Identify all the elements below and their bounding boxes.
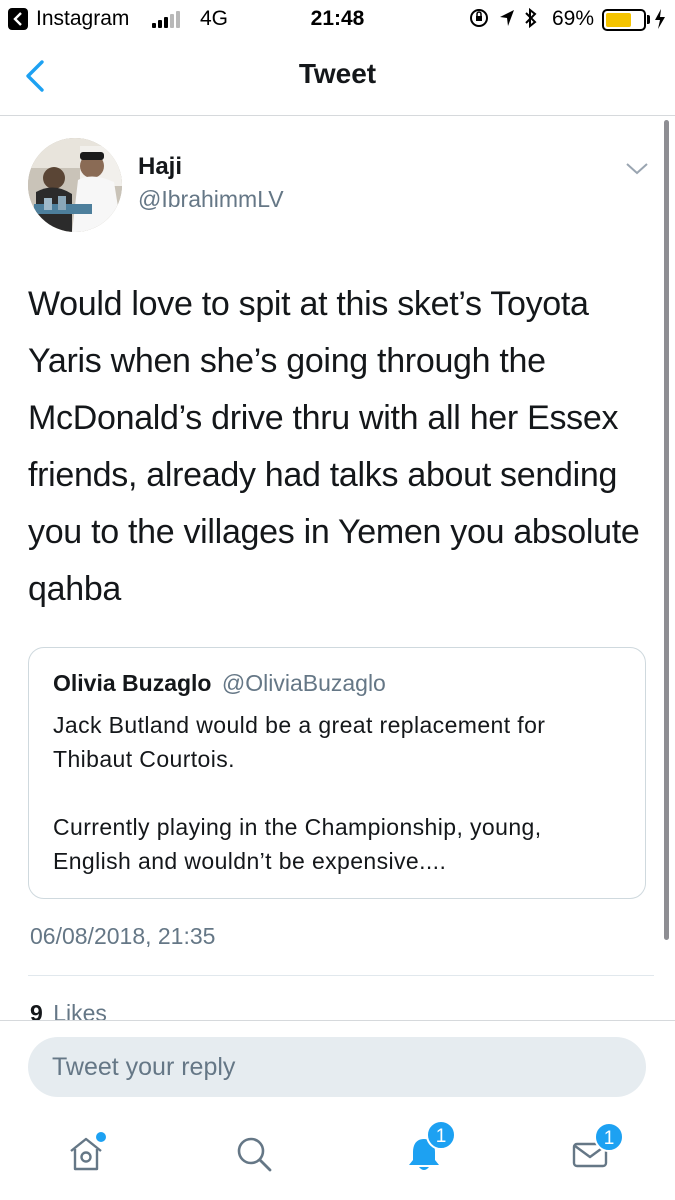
- battery-icon: [602, 9, 646, 31]
- page-title: Tweet: [298, 58, 377, 89]
- quoted-tweet[interactable]: Olivia Buzaglo @OliviaBuzaglo Jack Butla…: [28, 647, 646, 899]
- tweet-text: Would love to spit at this sket’s Toyota…: [28, 285, 640, 608]
- quoted-tweet-header: Olivia Buzaglo @OliviaBuzaglo: [53, 670, 386, 697]
- likes-link[interactable]: 9 Likes: [30, 1000, 107, 1022]
- tab-messages[interactable]: 1: [562, 1122, 624, 1182]
- author-handle[interactable]: @IbrahimmLV: [138, 186, 284, 213]
- tab-notifications[interactable]: 1: [396, 1120, 456, 1182]
- battery-level: [606, 13, 631, 27]
- search-icon: [237, 1137, 272, 1172]
- tab-home[interactable]: [58, 1126, 114, 1182]
- author-name[interactable]: Haji: [138, 153, 182, 181]
- status-icons: [468, 7, 538, 29]
- tweet-timestamp: 06/08/2018, 21:35: [30, 923, 216, 949]
- reply-input[interactable]: [28, 1037, 646, 1097]
- home-new-dot: [96, 1132, 106, 1142]
- scrollbar[interactable]: [664, 120, 669, 940]
- battery-tip: [647, 15, 650, 24]
- tab-bar: 1 1: [0, 1112, 675, 1200]
- divider: [28, 975, 654, 976]
- tweet-options-button[interactable]: [624, 160, 650, 178]
- battery-percent: 69%: [552, 7, 595, 30]
- messages-badge: 1: [594, 1122, 624, 1152]
- chevron-down-icon: [626, 163, 648, 175]
- likes-count: 9: [30, 1000, 43, 1022]
- quoted-tweet-text: Jack Butland would be a great replacemen…: [53, 712, 546, 874]
- bluetooth-icon: [525, 7, 537, 29]
- charging-bolt-icon: [655, 9, 665, 29]
- notifications-badge: 1: [426, 1120, 456, 1150]
- rotation-lock-icon: [470, 9, 488, 27]
- status-bar: Instagram 4G 21:48 69%: [0, 0, 675, 40]
- location-arrow-icon: [500, 10, 514, 26]
- avatar[interactable]: [28, 138, 122, 232]
- reply-bar: [0, 1020, 675, 1112]
- quoted-author-name: Olivia Buzaglo: [53, 670, 212, 696]
- nav-header: Tweet: [0, 40, 675, 116]
- quoted-author-handle: @OliviaBuzaglo: [221, 670, 386, 696]
- likes-label: Likes: [53, 1000, 107, 1022]
- tab-search[interactable]: [226, 1126, 282, 1182]
